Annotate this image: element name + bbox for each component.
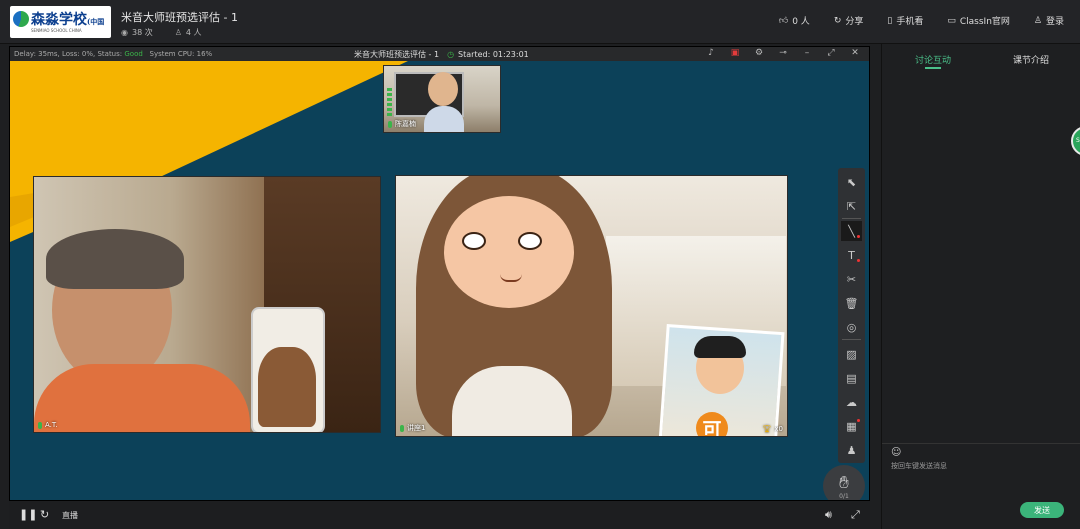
people-icon[interactable]: ♟: [841, 440, 862, 460]
toolbar-divider: [842, 218, 861, 219]
boy-hair: [694, 336, 746, 358]
clock-icon: ◷: [447, 50, 455, 59]
raise-hand-button[interactable]: ✋︎ 0/1: [823, 465, 865, 500]
logo-suffix: (中国: [87, 17, 105, 26]
maximize-icon[interactable]: ⤢: [825, 48, 837, 58]
pin-icon[interactable]: ⊸: [777, 48, 789, 58]
mic-icon: [38, 421, 42, 429]
members-count: ♙ 4 人: [174, 28, 202, 37]
man-hair: [46, 229, 184, 289]
close-icon[interactable]: ✕: [849, 48, 861, 58]
cloud-icon[interactable]: ☁: [841, 392, 862, 412]
logo-mark-icon: [13, 11, 29, 27]
phone-icon: ▯: [887, 15, 893, 26]
volume-icon[interactable]: 🔊︎: [825, 508, 832, 522]
tab-underline: [925, 67, 941, 69]
user-icon: ♙: [174, 28, 182, 37]
record-icon[interactable]: ▣: [729, 48, 741, 58]
pointer-icon[interactable]: ⇱: [841, 196, 862, 216]
share-icon: ↻: [833, 15, 842, 26]
hand-icon: ✋︎: [839, 472, 849, 493]
cartoon-eye-right: [518, 232, 542, 250]
live-label: 直播: [62, 511, 78, 520]
student-name-tag: A.T.: [38, 421, 58, 429]
tab-course-intro[interactable]: 课节介绍: [1013, 53, 1049, 66]
main-name-tag: 讲座1: [400, 423, 425, 433]
trophy-icon: 🏆︎: [762, 425, 772, 433]
like-button[interactable]: 👍︎ 0 人: [778, 14, 810, 28]
logo-subtitle: SENMIAO SCHOOL CHINA: [31, 28, 82, 33]
student-video-at[interactable]: A.T.: [33, 176, 381, 433]
classin-window: 森淼学校(中国 SENMIAO SCHOOL CHINA 米音大师班预选评估 -…: [0, 0, 1080, 529]
emoji-icon[interactable]: ☺: [891, 447, 901, 458]
minimize-icon[interactable]: –: [801, 48, 813, 58]
bell-icon[interactable]: ♪: [705, 48, 717, 58]
white-shirt: [452, 366, 572, 436]
class-title: 米音大师班预选评估 - 1: [121, 11, 238, 24]
school-logo: 森淼学校(中国 SENMIAO SCHOOL CHINA: [10, 6, 111, 38]
tab-discussion[interactable]: 讨论互动: [915, 53, 951, 69]
scissors-icon[interactable]: ✂: [841, 269, 862, 289]
chat-icon[interactable]: ▤: [841, 368, 862, 388]
session-info: 米音大师班预选评估 - 1 ◷ Started: 01:23:01: [354, 49, 529, 60]
mic-icon: [400, 424, 404, 432]
login-button[interactable]: ♙ 登录: [1033, 14, 1064, 28]
select-icon[interactable]: ⬉: [841, 172, 862, 192]
cartoon-eye-left: [462, 232, 486, 250]
volume-meter: [387, 88, 392, 118]
network-stats: Delay: 35ms, Loss: 0%, Status: Good Syst…: [14, 50, 213, 58]
toolbar-divider: [842, 339, 861, 340]
status-value: Good: [124, 50, 143, 58]
logo-text: 森淼学校: [31, 12, 87, 28]
monitor-icon: ▭: [947, 15, 956, 26]
teacher-shirt: [424, 106, 464, 132]
phone-avatar: [258, 347, 316, 427]
header-actions: 👍︎ 0 人 ↻ 分享 ▯ 手机看 ▭ ClassIn官网 ♙ 登录: [778, 14, 1064, 28]
pause-icon[interactable]: ❚❚: [19, 508, 37, 521]
text-icon[interactable]: T: [841, 245, 862, 265]
website-button[interactable]: ▭ ClassIn官网: [947, 14, 1010, 28]
eye-icon: ◉: [121, 28, 128, 37]
thumbs-up-icon: 👍︎: [778, 15, 789, 26]
pen-icon[interactable]: ╲: [841, 221, 862, 241]
views-count: ◉ 38 次: [121, 28, 153, 37]
record-icon[interactable]: ◎: [841, 317, 862, 337]
teacher-video[interactable]: 陈嘉楠: [383, 65, 501, 133]
classroom-stage: Delay: 35ms, Loss: 0%, Status: Good Syst…: [9, 46, 870, 501]
floating-bubble[interactable]: Se: [1071, 126, 1080, 156]
panel-tabs: 讨论互动 课节介绍: [882, 44, 1080, 74]
user-icon: ♙: [1033, 15, 1042, 26]
box-icon[interactable]: ▦: [841, 416, 862, 436]
refresh-icon[interactable]: ↻: [40, 508, 49, 521]
main-video[interactable]: 可 讲座1 🏆︎ x0: [395, 175, 788, 437]
hand-count: 0/1: [839, 492, 849, 500]
cpu-stat: System CPU: 16%: [149, 50, 213, 58]
fullscreen-icon[interactable]: ⤢: [851, 508, 860, 522]
teacher-face: [428, 72, 458, 106]
trophy-counter: 🏆︎ x0: [762, 425, 784, 433]
teacher-name-tag: 陈嘉楠: [388, 119, 416, 129]
settings-icon[interactable]: ⚙: [753, 48, 765, 58]
whiteboard-toolbar: ⬉ ⇱ ╲ T ✂ 🗑︎ ◎ ▨ ▤ ☁ ▦ ♟: [838, 168, 865, 463]
side-panel: 讨论互动 课节介绍 Se ☺ 发送: [881, 44, 1080, 529]
send-button[interactable]: 发送: [1020, 502, 1064, 518]
cartoon-face: [444, 196, 574, 308]
trash-icon[interactable]: 🗑︎: [841, 293, 862, 313]
status-bar: Delay: 35ms, Loss: 0%, Status: Good Syst…: [10, 47, 869, 61]
window-icons: ♪ ▣ ⚙ ⊸ – ⤢ ✕: [705, 48, 861, 58]
panel-divider: [882, 443, 1080, 444]
sticker-badge: 可: [696, 412, 728, 436]
mic-icon: [388, 120, 392, 128]
playback-bar: ❚❚ ↻ 直播 🔊︎ ⤢: [9, 501, 870, 529]
message-input[interactable]: [891, 461, 1071, 501]
class-meta: ◉ 38 次 ♙ 4 人: [121, 27, 202, 38]
session-title: 米音大师班预选评估 - 1: [354, 50, 440, 59]
session-started: Started: 01:23:01: [458, 50, 529, 59]
image-icon[interactable]: ▨: [841, 344, 862, 364]
mobile-view-button[interactable]: ▯ 手机看: [887, 14, 923, 28]
man-shirt: [34, 364, 250, 432]
top-header: 森淼学校(中国 SENMIAO SCHOOL CHINA 米音大师班预选评估 -…: [0, 0, 1080, 44]
share-button[interactable]: ↻ 分享: [833, 14, 864, 28]
